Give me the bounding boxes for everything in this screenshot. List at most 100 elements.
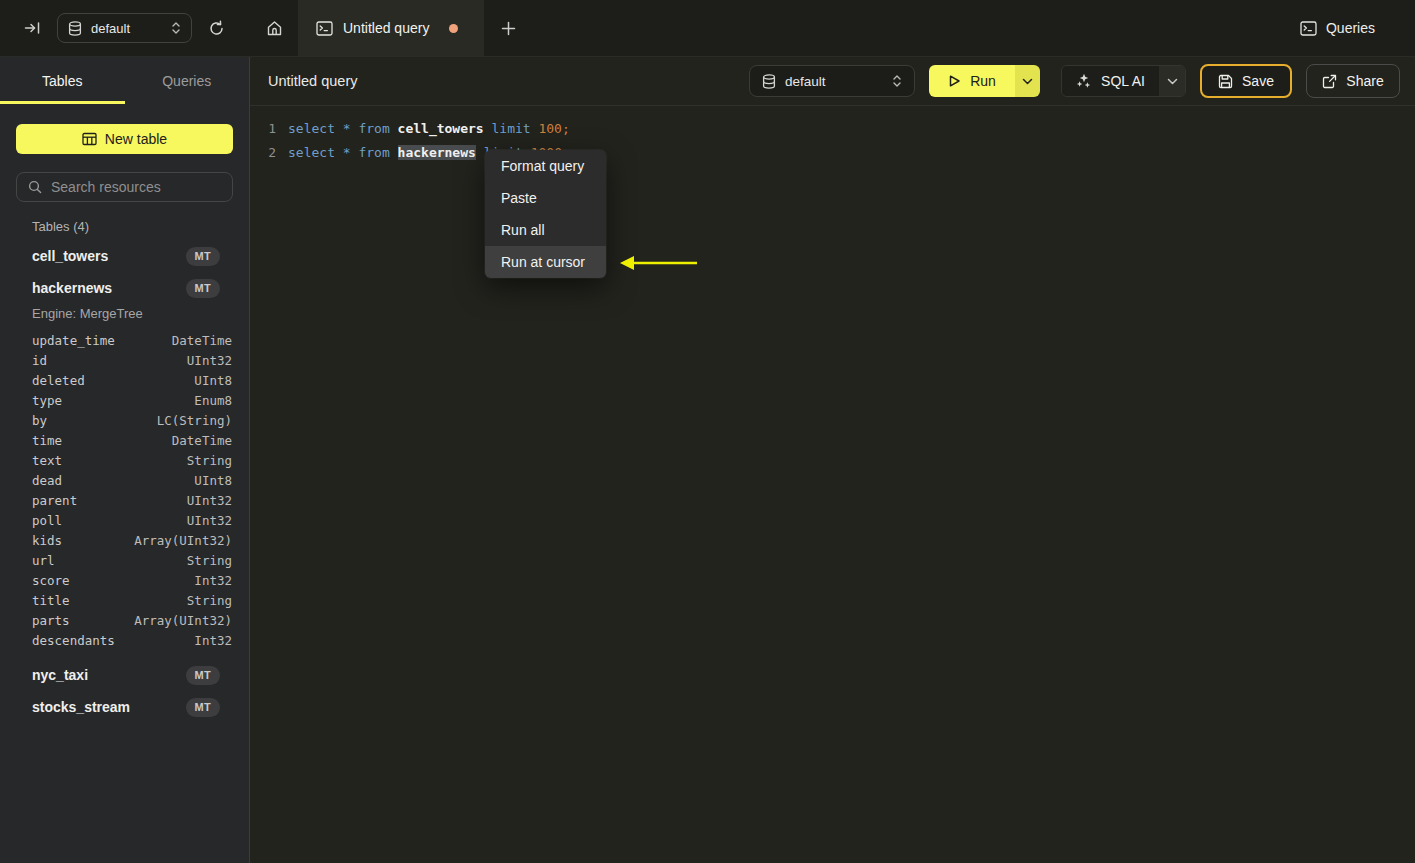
- save-button[interactable]: Save: [1200, 64, 1292, 98]
- sql-ai-label: SQL AI: [1101, 73, 1145, 89]
- toolbar-database-selector[interactable]: default: [749, 65, 915, 97]
- topbar-left: default: [0, 0, 250, 56]
- token: select * from: [288, 121, 398, 136]
- sidebar-tabs: Tables Queries: [0, 57, 249, 104]
- sidebar-tab-queries[interactable]: Queries: [125, 57, 250, 104]
- sql-editor[interactable]: 1select * from cell_towers limit 100;2se…: [250, 106, 1415, 863]
- token: cell_towers: [398, 121, 484, 136]
- table-item-hackernews[interactable]: hackernewsMT: [32, 274, 220, 302]
- column-name: url: [32, 553, 55, 568]
- column-row: id UInt32: [32, 350, 232, 370]
- column-row: text String: [32, 450, 232, 470]
- context-menu: Format queryPasteRun allRun at cursor: [485, 150, 606, 278]
- column-row: scoreInt32: [32, 570, 232, 590]
- tabstrip: Untitled query: [250, 0, 532, 56]
- column-type: DateTime: [172, 433, 232, 448]
- column-name: score: [32, 573, 70, 588]
- column-type: DateTime: [172, 333, 232, 348]
- collapse-sidebar-icon[interactable]: [24, 20, 41, 36]
- run-button-group: Run: [929, 65, 1040, 97]
- column-name: parts: [32, 613, 70, 628]
- column-row: parts Array(UInt32): [32, 610, 232, 630]
- column-row: kids Array(UInt32): [32, 530, 232, 550]
- code-line: 2select * from hackernews limit 1000: [250, 140, 1415, 164]
- sql-ai-button[interactable]: SQL AI: [1062, 66, 1159, 96]
- queries-button[interactable]: Queries: [1300, 20, 1375, 36]
- line-number: 2: [250, 145, 276, 160]
- sql-ai-button-group: SQL AI: [1061, 65, 1186, 97]
- column-type: LC(String): [157, 413, 232, 428]
- context-menu-item-run-all[interactable]: Run all: [485, 214, 606, 246]
- column-name: time: [32, 433, 62, 448]
- updown-chevron-icon: [892, 74, 902, 88]
- context-menu-item-format-query[interactable]: Format query: [485, 150, 606, 182]
- run-options-button[interactable]: [1015, 65, 1040, 97]
- column-type: String: [187, 453, 232, 468]
- column-name: parent: [32, 493, 77, 508]
- column-type: Int32: [194, 633, 232, 648]
- database-icon: [762, 74, 776, 89]
- home-tab[interactable]: [250, 0, 298, 56]
- share-icon: [1322, 74, 1337, 89]
- column-name: deleted: [32, 373, 85, 388]
- column-type: Enum8: [194, 393, 232, 408]
- engine-badge: MT: [186, 666, 220, 685]
- tab-label: Untitled query: [343, 20, 429, 36]
- new-table-button[interactable]: New table: [16, 124, 233, 154]
- column-type: UInt32: [187, 353, 232, 368]
- terminal-icon: [1300, 21, 1317, 36]
- run-label: Run: [970, 73, 996, 89]
- column-row: type Enum8: [32, 390, 232, 410]
- column-name: type: [32, 393, 62, 408]
- context-menu-item-run-at-cursor[interactable]: Run at cursor: [485, 246, 606, 278]
- column-name: kids: [32, 533, 62, 548]
- table-list: cell_towersMT hackernewsMT Engine: MergeTr…: [0, 234, 249, 725]
- column-type: UInt8: [194, 373, 232, 388]
- column-name: update_time: [32, 333, 115, 348]
- body: Tables Queries New table: [0, 57, 1415, 863]
- engine-label: Engine: MergeTree: [32, 306, 249, 326]
- topbar-database-value: default: [91, 21, 130, 36]
- column-name: id: [32, 353, 47, 368]
- run-button[interactable]: Run: [929, 65, 1015, 97]
- refresh-button[interactable]: [208, 20, 225, 37]
- play-icon: [948, 74, 961, 88]
- table-item-nyc_taxi[interactable]: nyc_taxiMT: [32, 661, 220, 689]
- sidebar: Tables Queries New table: [0, 57, 250, 863]
- table-name: stocks_stream: [32, 699, 130, 715]
- column-row: descendantsInt32: [32, 630, 232, 650]
- search-input[interactable]: Search resources: [16, 172, 233, 202]
- context-menu-item-paste[interactable]: Paste: [485, 182, 606, 214]
- sql-ai-options-button[interactable]: [1159, 66, 1185, 96]
- app: default: [0, 0, 1415, 863]
- column-type: Array(UInt32): [134, 533, 232, 548]
- token: 100;: [538, 121, 569, 136]
- new-table-label: New table: [105, 131, 167, 147]
- table-item-stocks_stream[interactable]: stocks_streamMT: [32, 693, 220, 721]
- column-row: url String: [32, 550, 232, 570]
- terminal-icon: [316, 21, 333, 36]
- save-icon: [1218, 74, 1233, 89]
- column-name: by: [32, 413, 47, 428]
- topbar: default: [0, 0, 1415, 57]
- column-type: Array(UInt32): [134, 613, 232, 628]
- table-item-cell_towers[interactable]: cell_towersMT: [32, 242, 220, 270]
- token: select * from: [288, 145, 398, 160]
- table-icon: [82, 132, 97, 146]
- token: limit: [492, 121, 531, 136]
- new-tab-button[interactable]: [484, 0, 532, 56]
- column-type: String: [187, 553, 232, 568]
- query-title: Untitled query: [268, 73, 357, 89]
- engine-badge: MT: [186, 279, 220, 298]
- sidebar-tab-tables[interactable]: Tables: [0, 57, 125, 104]
- column-type: UInt8: [194, 473, 232, 488]
- annotation-arrow: [618, 253, 702, 273]
- column-type: String: [187, 593, 232, 608]
- database-icon: [68, 21, 82, 36]
- share-button[interactable]: Share: [1306, 64, 1400, 98]
- tab-untitled-query[interactable]: Untitled query: [298, 0, 484, 56]
- column-list: update_time DateTime id UInt32 deleted UInt8 t…: [0, 330, 249, 650]
- column-name: text: [32, 453, 62, 468]
- topbar-database-selector[interactable]: default: [57, 13, 192, 43]
- column-row: by LC(String): [32, 410, 232, 430]
